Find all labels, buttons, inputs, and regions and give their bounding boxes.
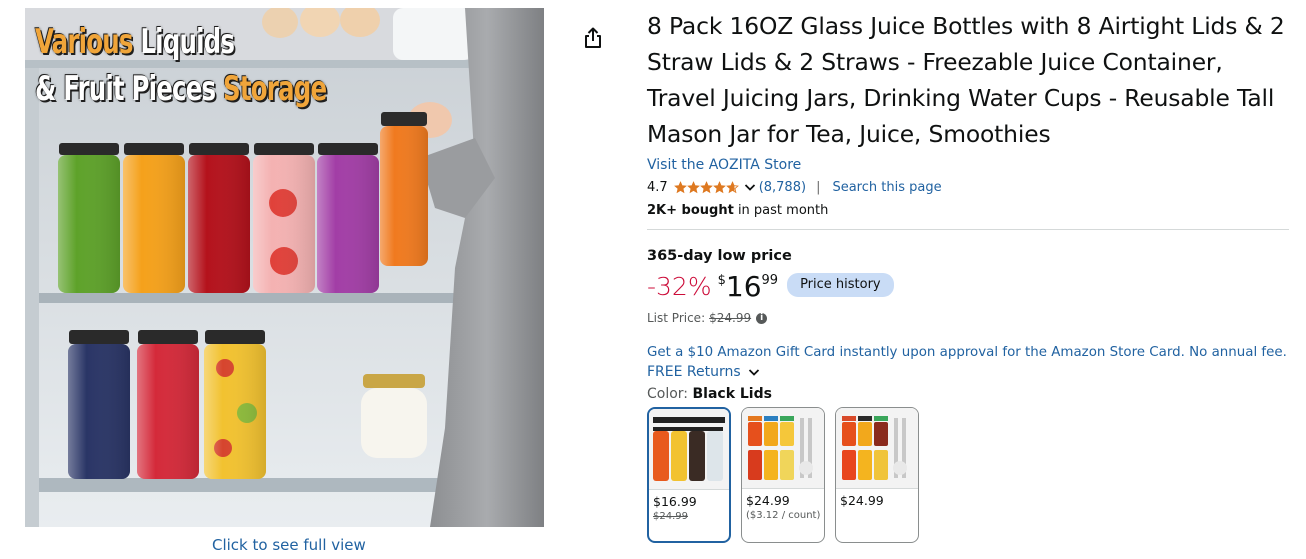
discount-percent: -32% [647,272,712,301]
list-price-value: $24.99 [709,311,752,325]
price-whole: 16 [725,270,762,303]
rating-value: 4.7 [647,179,668,195]
product-title: 8 Pack 16OZ Glass Juice Bottles with 8 A… [647,12,1285,148]
caption-word-fruit: & Fruit Pieces [35,69,216,109]
caption-word-various: Various [35,22,133,62]
swatch-multicolor-lids[interactable]: $24.99 [835,407,919,543]
swatch-price: $24.99 [746,493,790,508]
swatch-colored-lids[interactable]: $24.99 ($3.12 / count) [741,407,825,543]
ratings-count-link[interactable]: (8,788) [759,180,806,195]
product-info: 8 Pack 16OZ Glass Juice Bottles with 8 A… [647,8,1289,543]
caption-line-2: & Fruit Pieces Storage [35,69,327,109]
selected-color: Black Lids [692,386,772,402]
swatch-thumbnail [649,409,729,489]
price-currency: $ [717,273,726,288]
deal-badge-label: 365-day low price [647,248,792,264]
swatch-black-lids[interactable]: $16.99 $24.99 [647,407,731,543]
bought-count: 2K+ bought in past month [647,203,1289,223]
free-returns-label: FREE Returns [647,364,741,380]
star-icon [712,180,726,193]
swatch-thumbnail [836,408,918,488]
store-link[interactable]: Visit the AOZITA Store [647,155,1289,175]
caption-line-1: Various Liquids [35,22,235,62]
star-icon [725,180,739,193]
swatch-price: $24.99 [840,493,884,508]
full-view-link[interactable]: Click to see full view [212,536,366,554]
caption-word-liquids: Liquids [140,22,235,62]
swatch-old-price: $24.99 [653,511,688,522]
color-selection: Color: Black Lids [647,386,1289,402]
chevron-down-icon[interactable] [743,180,757,194]
bought-count-suffix: in past month [733,203,829,218]
free-returns[interactable]: FREE Returns [647,364,1289,380]
caption-word-storage: Storage [223,69,327,109]
rating-row: 4.7 (8,788) | Search this page [647,177,1289,197]
star-icon [699,180,713,193]
price-history-button[interactable]: Price history [787,273,894,297]
price-fraction: 99 [761,273,779,288]
separator: | [816,179,821,195]
price: $ 16 99 [718,270,778,304]
product-main-image[interactable]: Various Liquids & Fruit Pieces Storage [25,8,544,527]
share-icon[interactable] [581,26,605,50]
star-icon [686,180,700,193]
star-rating[interactable] [673,180,739,194]
swatch-unit-price: ($3.12 / count) [746,510,821,521]
list-price-label: List Price: [647,311,706,325]
chevron-down-icon [748,369,759,376]
search-page-link[interactable]: Search this page [832,180,941,195]
info-icon[interactable]: i [756,312,768,324]
star-icon [673,180,687,193]
color-label: Color: [647,386,689,402]
color-swatches: $16.99 $24.99 $24.99 ($3.12 / count) $24… [647,407,1289,543]
gift-card-offer-link[interactable]: Get a $10 Amazon Gift Card instantly upo… [647,345,1289,360]
price-row: -32% $ 16 99 Price history [647,270,1289,304]
swatch-price: $16.99 [653,494,697,509]
list-price: List Price: $24.99 i [647,311,1289,325]
bought-count-value: 2K+ bought [647,203,734,218]
swatch-thumbnail [742,408,824,488]
divider [647,229,1289,230]
